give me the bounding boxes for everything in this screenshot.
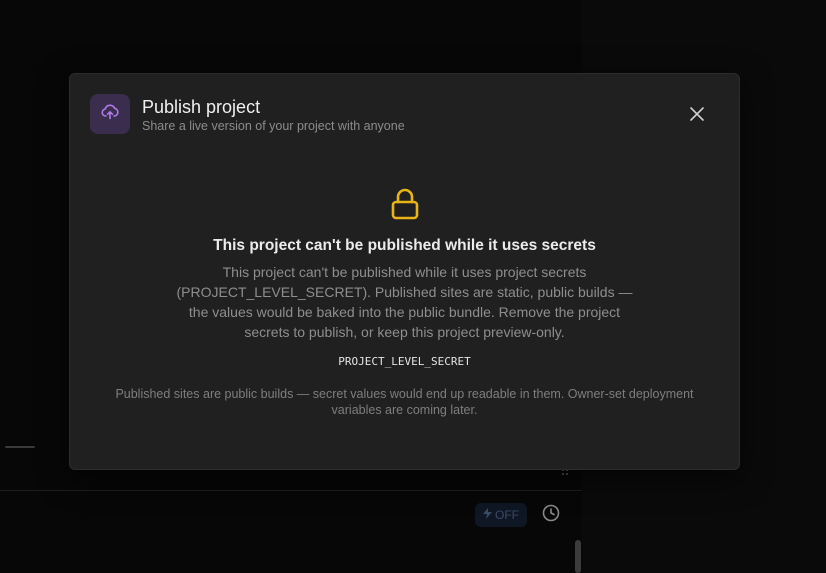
lightning-icon (483, 508, 492, 522)
warning-footnote: Published sites are public builds — secr… (115, 387, 694, 417)
secret-name-code: PROJECT_LEVEL_SECRET (338, 355, 471, 368)
publish-dialog: Publish project Share a live version of … (69, 73, 740, 470)
warning-title: This project can't be published while it… (213, 237, 596, 254)
dialog-title: Publish project (142, 97, 261, 117)
publish-icon-badge (90, 94, 130, 134)
close-button[interactable] (686, 105, 708, 127)
lock-icon (390, 188, 420, 220)
cloud-upload-icon (101, 104, 119, 125)
panel-divider (0, 490, 582, 491)
warning-body: This project can't be published while it… (176, 264, 633, 340)
scrollbar[interactable] (575, 540, 581, 573)
panel-resize-handle[interactable] (5, 446, 35, 448)
fast-mode-toggle-label: OFF (495, 508, 519, 522)
clock-icon (542, 504, 560, 527)
fast-mode-toggle[interactable]: OFF (475, 503, 527, 527)
history-button[interactable] (540, 504, 562, 526)
close-icon (690, 106, 704, 126)
dialog-subtitle: Share a live version of your project wit… (142, 119, 405, 133)
